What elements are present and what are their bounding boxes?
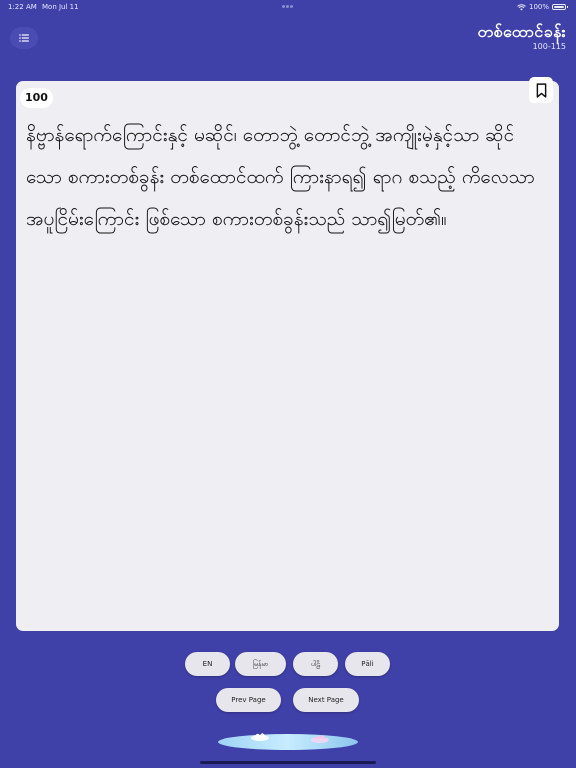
lang-myanmar-button[interactable]: မြန်မာ [235,652,286,676]
lotus-icon [218,733,358,750]
chapter-title: တစ်ထောင်ခန်း [477,22,566,41]
status-right: 100% [517,0,568,14]
lang-en-button[interactable]: EN [185,652,230,676]
chapter-header: တစ်ထောင်ခန်း 100-115 [477,22,566,52]
page-number-badge: 100 [20,88,53,108]
bookmark-button[interactable] [529,77,553,103]
verse-card: 100 နိဗ္ဗာန်ရောက်ကြောင်းနှင့် မဆိုင်၊ တေ… [16,77,559,631]
list-menu-button[interactable] [10,27,38,49]
verse-text: နိဗ္ဗာန်ရောက်ကြောင်းနှင့် မဆိုင်၊ တောဘွဲ… [26,124,535,230]
bookmark-icon [536,82,546,98]
status-date: Mon Jul 11 [42,3,79,11]
status-bar: 1:22 AM Mon Jul 11 100% [0,0,576,14]
multitask-dots-icon[interactable] [282,5,296,9]
lang-pali-myanmar-button[interactable]: ပါဠိ [293,652,338,676]
chapter-range: 100-115 [532,42,566,51]
list-icon [19,34,29,42]
prev-page-button[interactable]: Prev Page [216,688,281,712]
home-indicator[interactable] [200,761,376,764]
wifi-icon [517,3,526,10]
lang-pali-button[interactable]: Pāli [345,652,390,676]
status-time: 1:22 AM [8,3,37,11]
battery-icon [552,4,568,10]
next-page-button[interactable]: Next Page [293,688,359,712]
battery-percent: 100% [528,3,549,11]
